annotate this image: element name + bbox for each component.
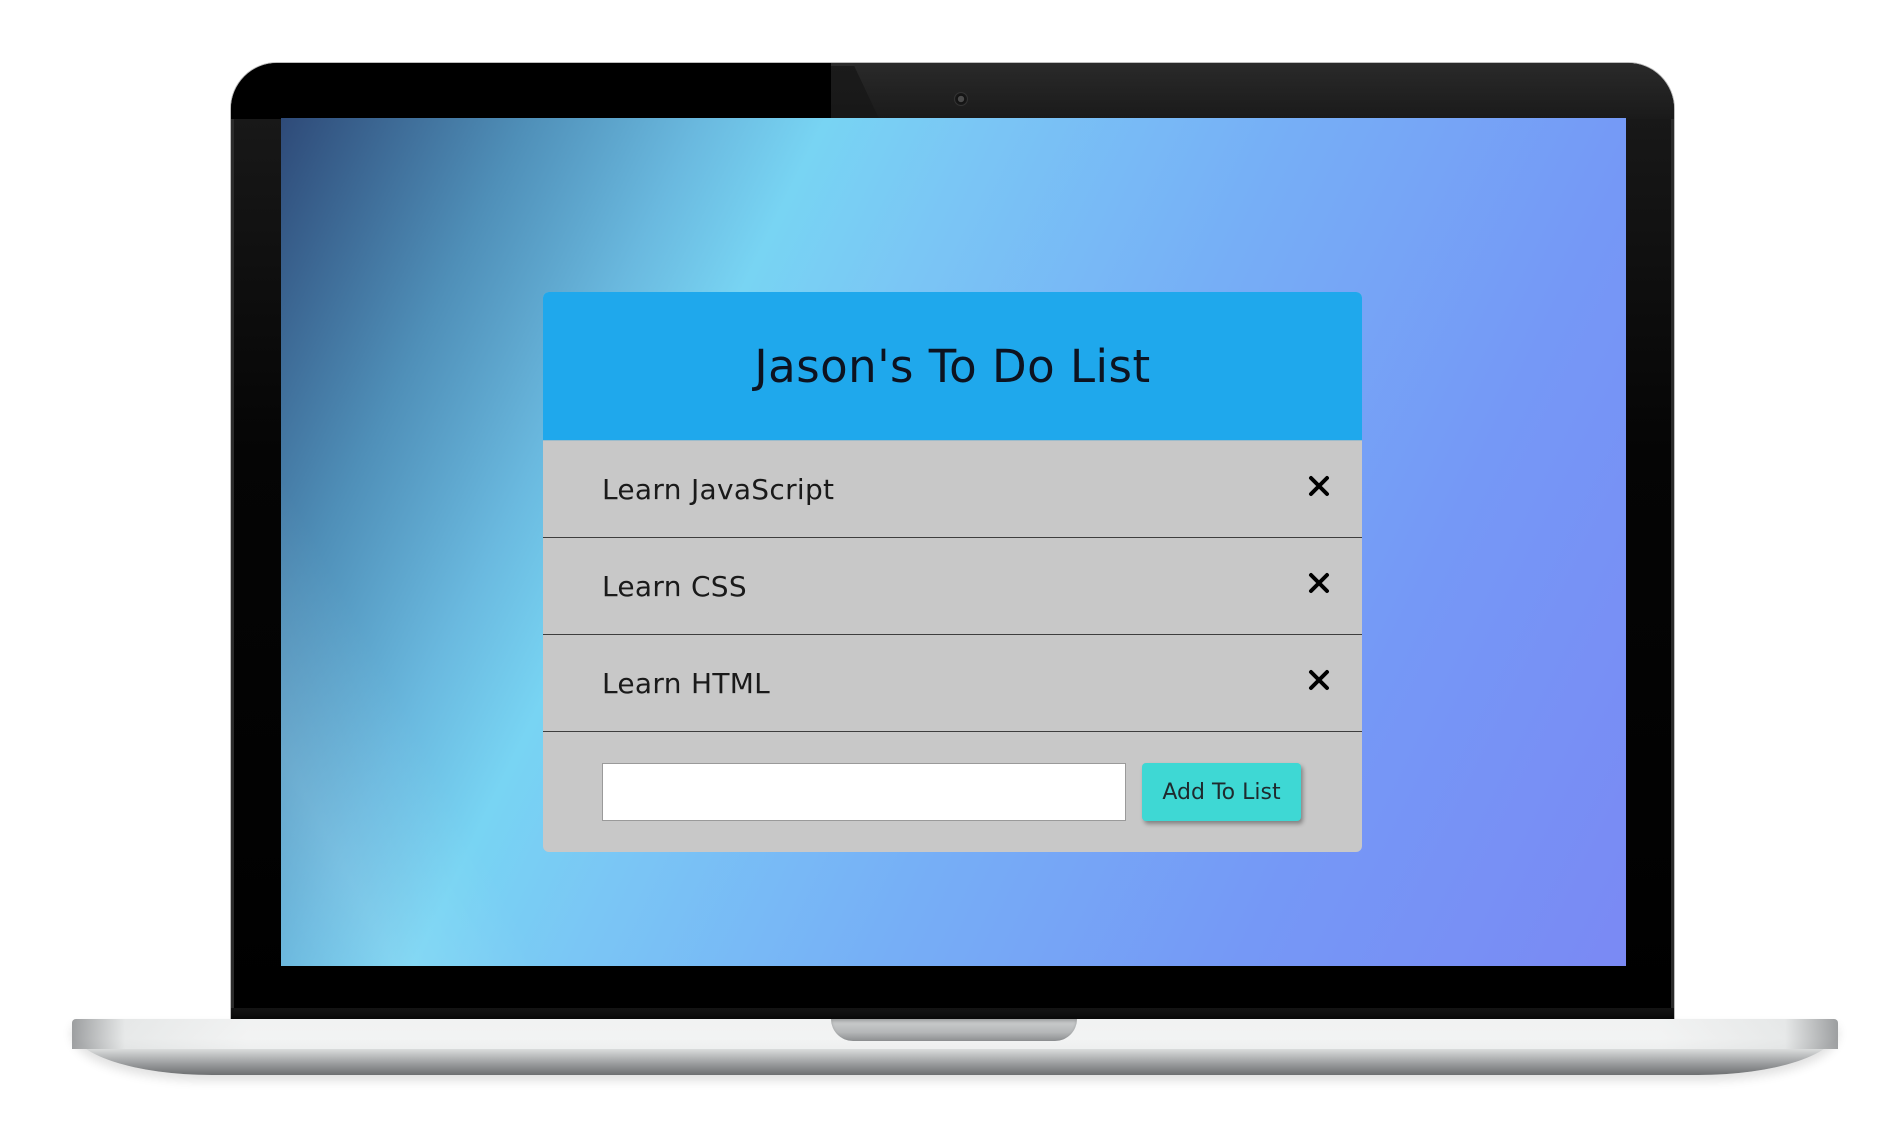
add-item-form: Add To List [543, 732, 1362, 852]
close-icon [1309, 573, 1329, 593]
list-item: Learn CSS [543, 538, 1362, 635]
list-item: Learn JavaScript [543, 441, 1362, 538]
todo-header: Jason's To Do List [543, 292, 1362, 441]
close-icon [1309, 670, 1329, 690]
close-icon [1309, 476, 1329, 496]
page-title: Jason's To Do List [754, 339, 1151, 393]
todo-item-text: Learn JavaScript [602, 472, 835, 506]
delete-item-button[interactable] [1302, 469, 1336, 503]
webcam-icon [954, 92, 968, 106]
list-item: Learn HTML [543, 635, 1362, 732]
todo-item-text: Learn CSS [602, 569, 747, 603]
new-item-input[interactable] [602, 763, 1126, 821]
add-to-list-button[interactable]: Add To List [1142, 763, 1301, 821]
laptop-mockup: Jason's To Do List Learn JavaScript Lear… [0, 0, 1895, 1139]
delete-item-button[interactable] [1302, 663, 1336, 697]
lid-reflection [852, 63, 1674, 119]
laptop-screen: Jason's To Do List Learn JavaScript Lear… [281, 118, 1626, 966]
todo-card: Jason's To Do List Learn JavaScript Lear… [543, 292, 1362, 852]
delete-item-button[interactable] [1302, 566, 1336, 600]
todo-list: Learn JavaScript Learn CSS Learn HTML [543, 441, 1362, 732]
laptop-opening-notch [831, 1019, 1077, 1041]
todo-item-text: Learn HTML [602, 666, 771, 700]
